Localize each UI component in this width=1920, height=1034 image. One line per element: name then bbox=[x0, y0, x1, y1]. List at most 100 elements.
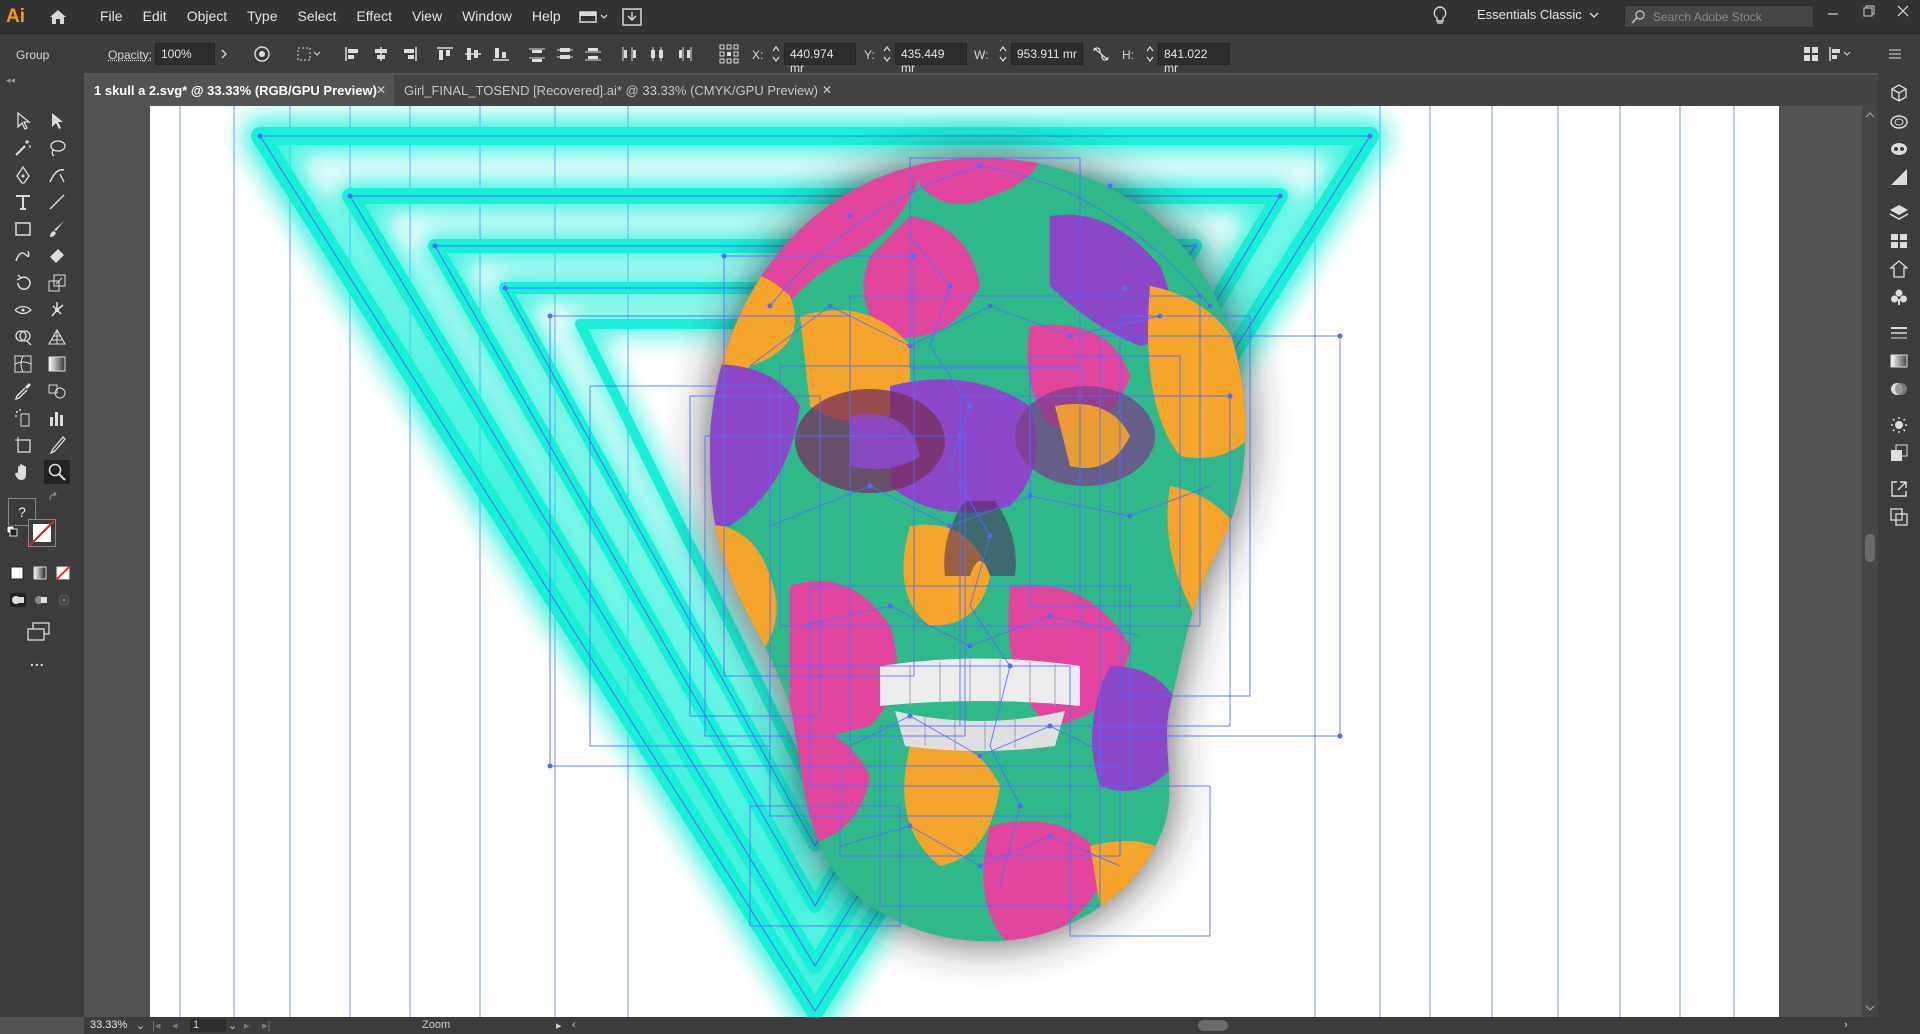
artboard-number-field[interactable]: 1 bbox=[190, 1019, 226, 1032]
screen-mode-icon[interactable] bbox=[26, 621, 52, 646]
swap-fill-stroke-icon[interactable] bbox=[48, 491, 58, 505]
distribute-left-icon[interactable] bbox=[618, 43, 640, 65]
canvas[interactable] bbox=[84, 106, 1862, 1017]
align-horizontal-center-icon[interactable] bbox=[370, 43, 392, 65]
shape-builder-tool-icon[interactable] bbox=[10, 325, 36, 349]
last-artboard-icon[interactable]: ▸| bbox=[262, 1019, 270, 1032]
mesh-tool-icon[interactable] bbox=[10, 352, 36, 376]
scroll-thumb[interactable] bbox=[1865, 534, 1875, 562]
symbol-sprayer-tool-icon[interactable] bbox=[10, 406, 36, 430]
zoom-tool-icon[interactable] bbox=[44, 460, 70, 484]
distribute-vertical-center-icon[interactable] bbox=[554, 43, 576, 65]
direct-selection-tool-icon[interactable] bbox=[44, 109, 70, 133]
distribute-horizontal-center-icon[interactable] bbox=[646, 43, 668, 65]
opacity-field[interactable]: 100% bbox=[155, 43, 215, 65]
horizontal-scroll-thumb[interactable] bbox=[1198, 1020, 1228, 1031]
menu-window[interactable]: Window bbox=[452, 0, 522, 33]
align-top-icon[interactable] bbox=[434, 43, 456, 65]
layers-icon[interactable] bbox=[1887, 201, 1911, 225]
scale-tool-icon[interactable] bbox=[44, 271, 70, 295]
draw-inside-icon[interactable] bbox=[56, 593, 72, 610]
artboard-dropdown-icon[interactable]: ⌄ bbox=[228, 1019, 237, 1032]
chevron-right-icon[interactable] bbox=[213, 43, 235, 65]
home-icon[interactable] bbox=[46, 5, 70, 29]
type-tool-icon[interactable] bbox=[10, 190, 36, 214]
pathfinder-icon[interactable] bbox=[1887, 505, 1911, 529]
artboards-panel-icon[interactable] bbox=[1887, 229, 1911, 253]
distribute-top-icon[interactable] bbox=[526, 43, 548, 65]
align-left-icon[interactable] bbox=[342, 43, 364, 65]
menu-view[interactable]: View bbox=[402, 0, 452, 33]
menu-object[interactable]: Object bbox=[177, 0, 237, 33]
transparency-icon[interactable] bbox=[1887, 377, 1911, 401]
gradient-swatch-icon[interactable] bbox=[1887, 349, 1911, 373]
first-artboard-icon[interactable]: |◂ bbox=[152, 1019, 160, 1032]
scroll-up-icon[interactable] bbox=[1862, 108, 1878, 122]
collapse-panel-icon[interactable]: ◂◂ bbox=[6, 75, 15, 86]
tab-girl-document[interactable]: Girl_FINAL_TOSEND [Recovered].ai* @ 33.3… bbox=[394, 75, 824, 106]
rotate-tool-icon[interactable] bbox=[10, 271, 36, 295]
artboard-tool-icon[interactable] bbox=[10, 433, 36, 457]
gradient-panel-icon[interactable] bbox=[1887, 165, 1911, 189]
width-tool-icon[interactable] bbox=[10, 298, 36, 322]
previous-artboard-icon[interactable]: ◂ bbox=[172, 1019, 178, 1032]
isolate-group-icon[interactable] bbox=[1800, 43, 1822, 65]
gpu-performance-icon[interactable] bbox=[617, 5, 647, 29]
menu-file[interactable]: File bbox=[90, 0, 133, 33]
distribute-right-icon[interactable] bbox=[674, 43, 696, 65]
h-field[interactable]: 841.022 mr bbox=[1158, 43, 1230, 75]
lasso-tool-icon[interactable] bbox=[44, 136, 70, 160]
scroll-left-icon[interactable]: ‹ bbox=[572, 1019, 576, 1031]
scroll-down-icon[interactable] bbox=[1862, 1001, 1878, 1015]
zoom-dropdown-icon[interactable]: ⌄ bbox=[136, 1019, 145, 1032]
pen-tool-icon[interactable] bbox=[10, 163, 36, 187]
gradient-mode-icon[interactable] bbox=[33, 566, 47, 583]
draw-normal-icon[interactable] bbox=[10, 593, 26, 610]
selection-tool-icon[interactable] bbox=[10, 109, 36, 133]
panel-menu-icon[interactable] bbox=[1884, 43, 1906, 65]
arrange-documents-icon[interactable] bbox=[578, 5, 609, 29]
scroll-right-icon[interactable]: › bbox=[1844, 1019, 1848, 1031]
eyedropper-tool-icon[interactable] bbox=[10, 379, 36, 403]
stroke-swatch[interactable] bbox=[28, 519, 56, 547]
libraries-icon[interactable] bbox=[1887, 81, 1911, 105]
align-bottom-icon[interactable] bbox=[490, 43, 512, 65]
status-menu-icon[interactable]: ▸ bbox=[556, 1019, 562, 1032]
lightbulb-icon[interactable] bbox=[1432, 5, 1448, 30]
workspace-switcher[interactable]: Essentials Classic bbox=[1477, 7, 1582, 22]
close-tab-icon[interactable]: ✕ bbox=[376, 75, 386, 106]
shaper-tool-icon[interactable] bbox=[10, 244, 36, 268]
column-graph-tool-icon[interactable] bbox=[44, 406, 70, 430]
adobe-stock-search[interactable]: Search Adobe Stock bbox=[1624, 5, 1814, 28]
next-artboard-icon[interactable]: ▸ bbox=[244, 1019, 250, 1032]
gradient-tool-icon[interactable] bbox=[44, 352, 70, 376]
menu-type[interactable]: Type bbox=[237, 0, 287, 33]
align-vertical-center-icon[interactable] bbox=[462, 43, 484, 65]
w-stepper-icon[interactable] bbox=[998, 45, 1008, 63]
close-tab-icon[interactable]: ✕ bbox=[822, 75, 832, 106]
asset-export-icon[interactable] bbox=[1887, 257, 1911, 281]
h-stepper-icon[interactable] bbox=[1145, 45, 1155, 63]
recolor-artwork-icon[interactable] bbox=[251, 43, 273, 65]
appearance-icon[interactable] bbox=[1887, 413, 1911, 437]
export-icon[interactable] bbox=[1887, 477, 1911, 501]
menu-select[interactable]: Select bbox=[288, 0, 347, 33]
none-mode-icon[interactable] bbox=[56, 566, 70, 583]
chevron-down-icon[interactable] bbox=[1588, 9, 1600, 23]
curvature-tool-icon[interactable] bbox=[44, 163, 70, 187]
puppet-warp-tool-icon[interactable] bbox=[44, 298, 70, 322]
constrain-proportions-icon[interactable] bbox=[1090, 43, 1112, 65]
perspective-grid-tool-icon[interactable] bbox=[44, 325, 70, 349]
reference-point-icon[interactable] bbox=[718, 43, 740, 65]
symbols-icon[interactable] bbox=[1887, 285, 1911, 309]
y-field[interactable]: 435.449 mr bbox=[895, 43, 967, 75]
tab-skull-document[interactable]: 1 skull a 2.svg* @ 33.33% (RGB/GPU Previ… bbox=[84, 75, 394, 106]
distribute-bottom-icon[interactable] bbox=[582, 43, 604, 65]
menu-edit[interactable]: Edit bbox=[133, 0, 177, 33]
vertical-scrollbar[interactable] bbox=[1862, 106, 1878, 1017]
graphic-styles-icon[interactable] bbox=[1887, 441, 1911, 465]
menu-help[interactable]: Help bbox=[522, 0, 571, 33]
hand-tool-icon[interactable] bbox=[10, 460, 36, 484]
w-field[interactable]: 953.911 mr bbox=[1011, 43, 1083, 65]
slice-tool-icon[interactable] bbox=[44, 433, 70, 457]
